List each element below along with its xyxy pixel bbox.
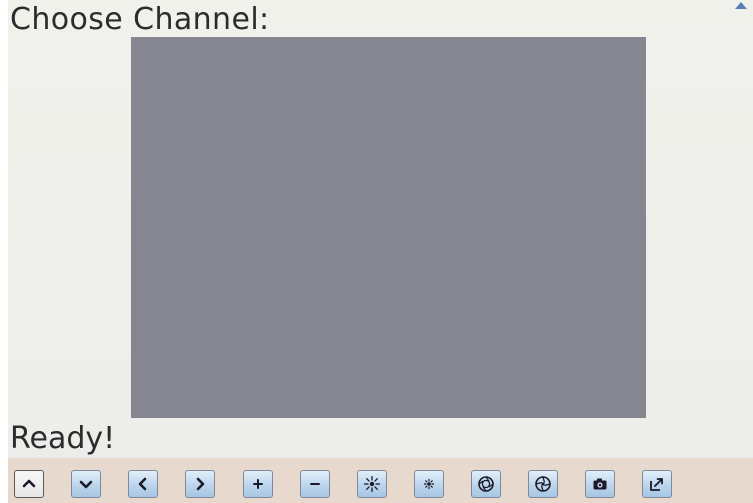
pan-left-button[interactable] xyxy=(128,470,158,498)
camera-icon xyxy=(593,478,607,490)
fullscreen-button[interactable] xyxy=(642,470,672,498)
status-text: Ready! xyxy=(10,421,116,456)
zoom-out-button[interactable] xyxy=(300,470,330,498)
video-preview-area[interactable] xyxy=(131,37,646,418)
tilt-down-button[interactable] xyxy=(71,470,101,498)
brightness-up-button[interactable] xyxy=(357,470,387,498)
iris-close-button[interactable] xyxy=(528,470,558,498)
tilt-up-button[interactable] xyxy=(14,470,44,498)
pan-right-button[interactable] xyxy=(185,470,215,498)
chevron-up-icon xyxy=(22,479,36,488)
iris-open-button[interactable] xyxy=(471,470,501,498)
sun-small-icon xyxy=(423,478,435,490)
zoom-in-button[interactable] xyxy=(243,470,273,498)
brightness-down-button[interactable] xyxy=(414,470,444,498)
snapshot-button[interactable] xyxy=(585,470,615,498)
minus-icon xyxy=(310,483,320,485)
control-toolbar xyxy=(8,458,753,503)
chevron-left-icon xyxy=(138,477,147,491)
aperture-open-icon xyxy=(478,476,494,492)
app-screen: Choose Channel: Ready! xyxy=(8,0,753,503)
chevron-right-icon xyxy=(196,477,205,491)
plus-icon xyxy=(253,479,263,489)
page-title: Choose Channel: xyxy=(10,2,270,37)
chevron-down-icon xyxy=(79,480,93,489)
expand-icon xyxy=(650,478,663,491)
aperture-closed-icon xyxy=(535,476,551,492)
sun-large-icon xyxy=(363,475,381,493)
scroll-up-arrow-icon[interactable] xyxy=(735,2,747,9)
